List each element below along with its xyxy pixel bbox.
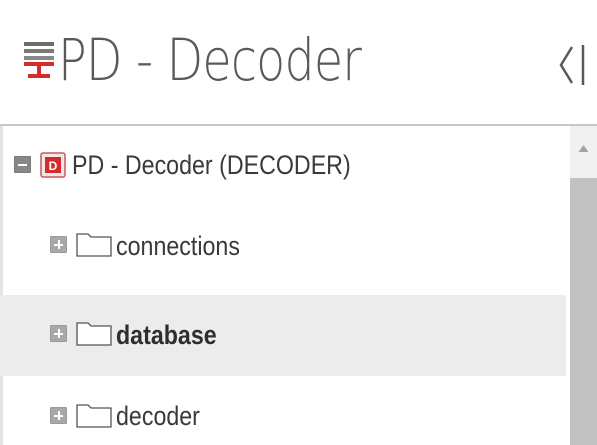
tree-scrollbar[interactable]	[570, 126, 597, 445]
panel-header: PD - Decoder	[0, 0, 597, 124]
tree-node-label: decoder	[116, 401, 200, 431]
tree-node-label: PD - Decoder (DECODER)	[72, 150, 351, 180]
tree-node-database[interactable]: database	[0, 295, 566, 376]
collapse-left-icon	[556, 45, 590, 94]
decoder-device-icon: D	[40, 152, 66, 183]
decoder-icon-letter: D	[49, 159, 58, 173]
folder-icon	[76, 321, 112, 351]
server-icon	[24, 42, 54, 80]
page-title: PD - Decoder	[58, 26, 362, 94]
tree-node-label: connections	[116, 231, 240, 261]
tree-node-decoder[interactable]: decoder	[0, 376, 566, 445]
expand-toggle-icon[interactable]	[50, 325, 67, 342]
collapse-toggle-icon[interactable]	[14, 156, 31, 173]
navigation-tree: D PD - Decoder (DECODER) connections dat…	[0, 126, 570, 445]
explore-panel: PD - Decoder D PD - Decoder (DECODER) co…	[0, 0, 597, 445]
collapse-panel-button[interactable]	[556, 40, 590, 90]
scroll-up-button[interactable]	[570, 126, 597, 178]
tree-node-root[interactable]: D PD - Decoder (DECODER)	[0, 126, 566, 207]
tree-node-label: database	[116, 320, 217, 350]
expand-toggle-icon[interactable]	[50, 236, 67, 253]
tree-node-connections[interactable]: connections	[0, 207, 566, 288]
expand-toggle-icon[interactable]	[50, 407, 67, 424]
scrollbar-thumb[interactable]	[570, 178, 597, 445]
folder-icon	[76, 232, 112, 262]
folder-icon	[76, 403, 112, 433]
